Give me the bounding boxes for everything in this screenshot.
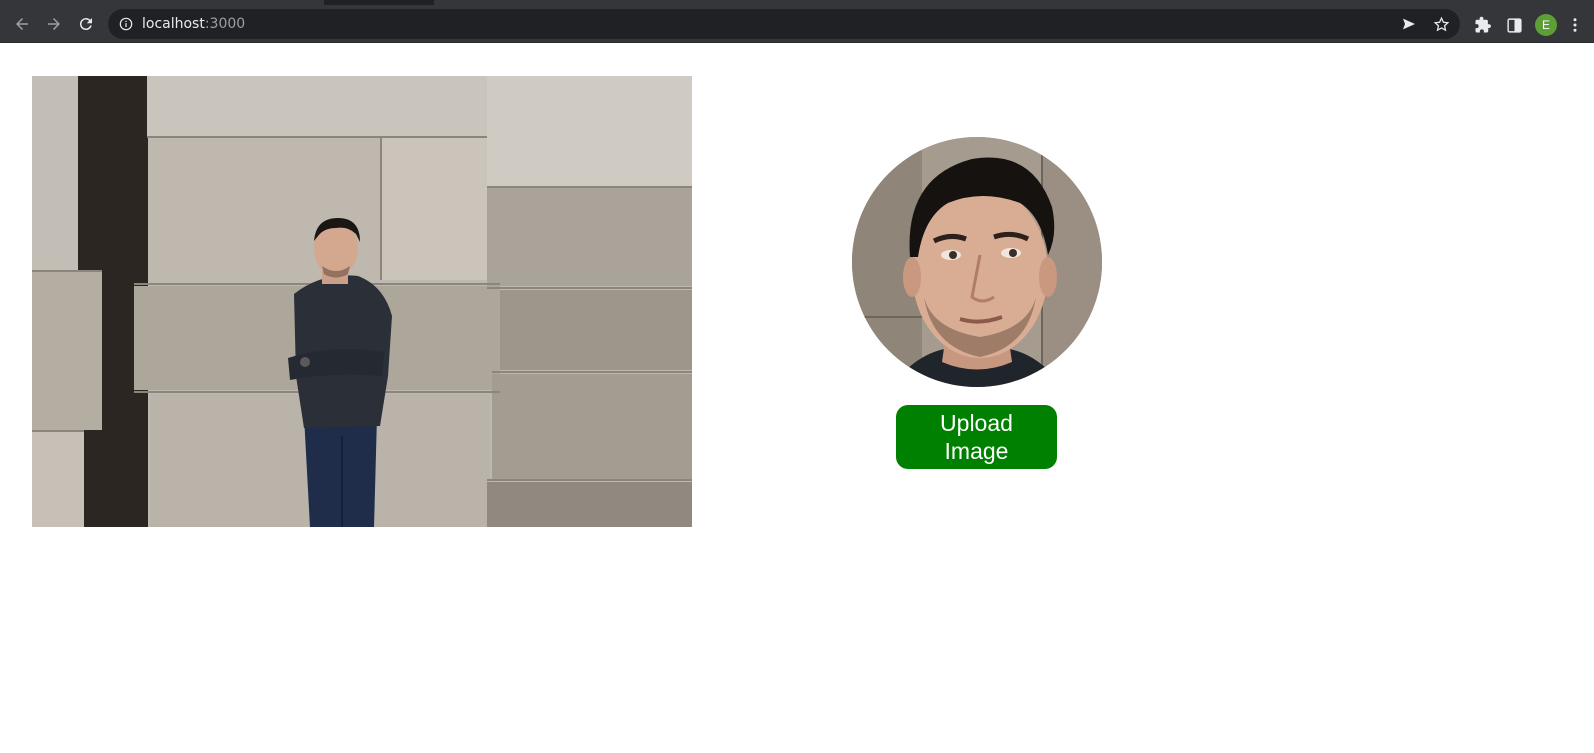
url-port: :3000 [204,16,246,32]
source-photo [32,76,692,527]
info-icon[interactable] [118,16,134,32]
reload-icon[interactable] [72,10,100,38]
forward-arrow-icon[interactable] [40,10,68,38]
url-host: localhost [142,16,205,32]
profile-avatar[interactable]: E [1535,14,1557,36]
star-icon[interactable] [1432,15,1450,33]
url-text: localhost:3000 [142,16,245,32]
kebab-menu-icon[interactable] [1566,14,1584,36]
browser-toolbar: localhost:3000 E [0,5,1594,43]
back-arrow-icon[interactable] [8,10,36,38]
upload-image-button[interactable]: Upload Image [896,405,1057,469]
profile-initial: E [1535,14,1557,36]
cropped-avatar-preview [852,137,1102,387]
address-bar[interactable]: localhost:3000 [108,9,1460,39]
send-icon[interactable] [1400,15,1418,33]
extensions-icon[interactable] [1474,14,1492,36]
side-panel-icon[interactable] [1506,14,1523,36]
